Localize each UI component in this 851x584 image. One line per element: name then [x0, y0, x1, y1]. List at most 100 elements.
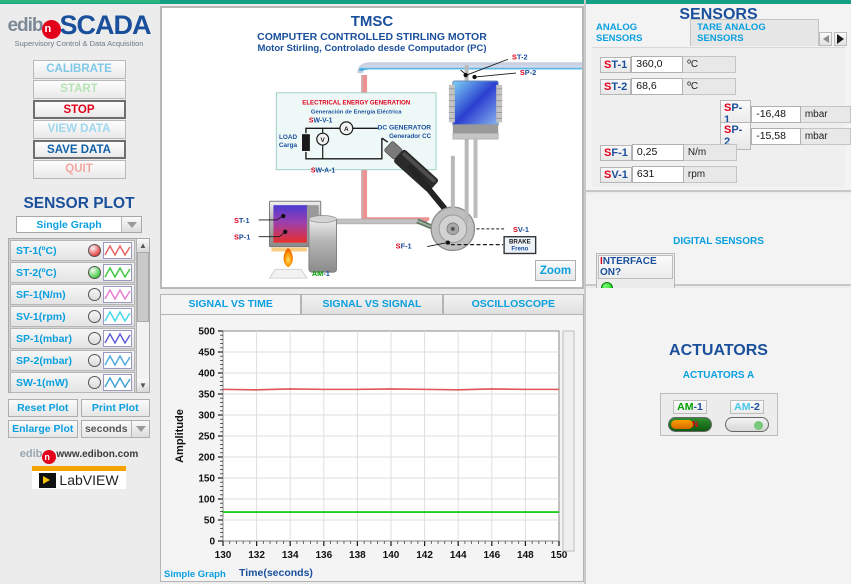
x-axis-tick-label: 146 — [483, 550, 500, 561]
sensor-plot-title: SENSOR PLOT — [23, 195, 135, 212]
sensor-plot-item-led[interactable] — [88, 266, 101, 279]
sensor-reading-tag: ST-1 — [600, 56, 632, 73]
sensor-plot-item-trace[interactable] — [103, 286, 132, 303]
plot-button-group: Reset Plot Print Plot Enlarge Plot secon… — [8, 399, 150, 438]
chart-footer-label: Simple Graph — [164, 569, 226, 580]
labview-icon — [39, 472, 57, 488]
dc-generator-label-es: Generador CC — [389, 133, 432, 140]
y-axis-tick-label: 100 — [198, 495, 215, 506]
sensor-plot-item-trace[interactable] — [103, 242, 132, 259]
sensor-plot-item[interactable]: SV-1(rpm) — [10, 306, 135, 327]
time-units-select[interactable]: seconds — [80, 420, 150, 438]
interface-on-label: INTERFACE ON? — [598, 255, 673, 279]
cold-cylinder — [448, 80, 503, 218]
sensor-reading-tag: SV-1 — [600, 166, 632, 183]
brand-header: edib n SCADA Supervisory Control & Data A… — [0, 4, 158, 48]
scroll-up-icon[interactable]: ▲ — [137, 239, 149, 252]
stop-button[interactable]: STOP — [32, 100, 126, 119]
sensor-plot-item-label: SP-2(mbar) — [16, 354, 73, 367]
enlarge-plot-button[interactable]: Enlarge Plot — [8, 420, 78, 438]
analog-sensor-readings: ST-1 360,0 ºC ST-2 68,6 ºC SP-1 -16,48 mbar SP-2-… — [592, 47, 851, 187]
sensor-plot-item[interactable]: ST-2(ºC) — [10, 262, 135, 283]
x-axis-tick-label: 148 — [517, 550, 534, 561]
graph-mode-select[interactable]: Single Graph — [16, 216, 142, 233]
sensor-plot-item-led[interactable] — [88, 354, 101, 367]
sensor-plot-item[interactable]: SP-1(mbar) — [10, 328, 135, 349]
y-axis-tick-label: 200 — [198, 453, 215, 464]
chevron-right-icon[interactable] — [834, 32, 847, 46]
sensor-plot-item[interactable]: SF-1(N/m) — [10, 284, 135, 305]
scrollbar-track[interactable] — [137, 252, 149, 379]
scroll-down-icon[interactable]: ▼ — [137, 379, 149, 392]
sensor-reading-unit: N/m — [683, 144, 737, 161]
sensor-plot-item-trace[interactable] — [103, 352, 132, 369]
dc-generator-label-en: DC GENERATOR — [378, 124, 432, 131]
sensor-plot-item[interactable]: SP-2(mbar) — [10, 350, 135, 371]
sensor-plot-item-label: SP-1(mbar) — [16, 332, 73, 345]
sensor-reading-value: -16,48 — [751, 105, 801, 123]
load-label-en: LOAD — [279, 134, 297, 141]
label-sp-2: SP-2 — [520, 68, 536, 77]
start-button[interactable]: START — [32, 80, 126, 99]
scrollbar-thumb[interactable] — [137, 252, 149, 322]
y-axis-tick-label: 500 — [198, 327, 215, 338]
sensor-plot-item-led[interactable] — [88, 244, 101, 257]
calibrate-button[interactable]: CALIBRATE — [32, 60, 126, 79]
label-st-2: ST-2 — [512, 52, 528, 61]
chart-tab-0[interactable]: SIGNAL VS TIME — [160, 294, 302, 314]
sensor-plot-item-led[interactable] — [88, 288, 101, 301]
app-title: SCADA — [59, 10, 152, 40]
tab-tare-analog-sensors[interactable]: TARE ANALOG SENSORS — [690, 19, 819, 46]
zoom-button[interactable]: Zoom — [535, 260, 576, 281]
edibon-footer-logo: edib — [19, 448, 43, 460]
chart-tab-1[interactable]: SIGNAL VS SIGNAL — [301, 294, 443, 314]
sensor-plot-item-label: SW-1(mW) — [16, 376, 69, 389]
label-am-1: AM-1 — [312, 269, 330, 278]
view-data-button[interactable]: VIEW DATA — [32, 120, 126, 139]
gen-box-title-en: ELECTRICAL ENERGY GENERATION — [302, 100, 410, 107]
load-label-es: Carga — [279, 142, 298, 149]
sensor-plot-list: ST-1(ºC) ST-2(ºC) SF-1(N/m) SV-1(rpm) SP-1(m… — [8, 238, 150, 393]
edibon-website-link[interactable]: www.edibon.com — [56, 449, 138, 460]
print-plot-button[interactable]: Print Plot — [80, 399, 150, 417]
y-axis-tick-label: 150 — [198, 474, 215, 485]
actuator-am-1-toggle[interactable]: OPEN — [668, 417, 712, 432]
x-axis-tick-label: 150 — [551, 550, 568, 561]
sensor-reading-unit: ºC — [683, 56, 737, 73]
chevron-down-icon — [131, 421, 149, 437]
x-axis-tick-label: 136 — [315, 550, 332, 561]
y-axis-tick-label: 350 — [198, 390, 215, 401]
quit-button[interactable]: QUIT — [32, 160, 126, 179]
digital-sensors-panel: DIGITAL SENSORS INTERFACE ON? — [586, 194, 851, 298]
sensor-reading-unit: rpm — [683, 166, 737, 183]
edibon-logo-text: edib — [7, 14, 43, 36]
voltmeter-symbol: V — [321, 137, 326, 144]
actuator-am-2-toggle[interactable] — [725, 417, 769, 432]
chevron-left-icon[interactable] — [819, 32, 832, 46]
sensor-plot-item[interactable]: ST-1(ºC) — [10, 240, 135, 261]
sensor-plot-item-led[interactable] — [88, 310, 101, 323]
sensors-panel: SENSORS ANALOG SENSORS TARE ANALOG SENSO… — [586, 4, 851, 192]
graph-mode-value: Single Graph — [36, 218, 102, 231]
sensor-plot-item-trace[interactable] — [103, 330, 132, 347]
sensor-plot-item[interactable]: SW-1(mW) — [10, 372, 135, 393]
save-data-button[interactable]: SAVE DATA — [32, 140, 126, 159]
chart-tab-2[interactable]: OSCILLOSCOPE — [442, 294, 584, 314]
reset-plot-button[interactable]: Reset Plot — [8, 399, 78, 417]
sensor-list-scrollbar[interactable]: ▲ ▼ — [136, 239, 149, 392]
am1-label-b: -1 — [693, 401, 703, 413]
label-sw-v-1: SW-V-1 — [309, 117, 333, 124]
tab-analog-sensors[interactable]: ANALOG SENSORS — [590, 20, 691, 46]
app-subtitle: Supervisory Control & Data Acquisition — [14, 39, 144, 48]
sensor-plot-item-trace[interactable] — [103, 264, 132, 281]
sensor-reading-value: 68,6 — [631, 78, 684, 95]
actuator-am-2-label: AM-2 — [730, 400, 764, 414]
sensor-plot-item-trace[interactable] — [103, 374, 132, 391]
sensor-reading-unit: mbar — [800, 127, 851, 145]
am2-label-b: -2 — [750, 401, 760, 413]
sensor-reading-value: 360,0 — [631, 56, 684, 73]
edibon-logo-dot-letter: n — [44, 23, 52, 35]
sensor-plot-item-led[interactable] — [88, 332, 101, 345]
sensor-plot-item-led[interactable] — [88, 376, 101, 389]
sensor-plot-item-trace[interactable] — [103, 308, 132, 325]
